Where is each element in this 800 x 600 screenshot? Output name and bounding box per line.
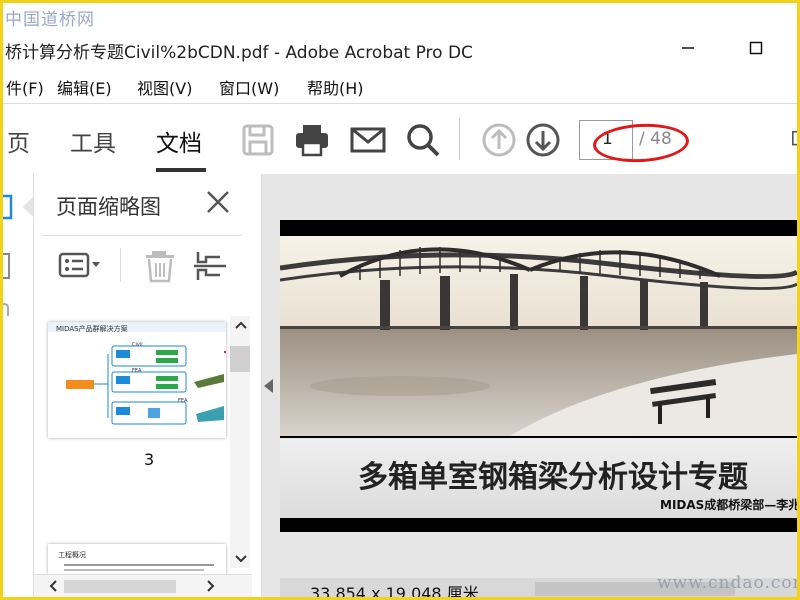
thumbnail-vertical-scrollbar[interactable] — [230, 316, 250, 568]
mail-icon[interactable] — [350, 122, 386, 158]
vertical-scroll-thumb[interactable] — [230, 346, 250, 372]
search-icon[interactable] — [405, 122, 441, 158]
menu-view[interactable]: 视图(V) — [137, 75, 192, 99]
save-icon[interactable] — [240, 122, 276, 158]
active-tab-indicator — [156, 168, 206, 172]
tab-home[interactable]: 页 — [7, 124, 30, 158]
tab-document[interactable]: 文档 — [156, 124, 202, 158]
document-view: 多箱单室钢箱梁分析设计专题 MIDAS成都桥梁部—李兆刚 33.854 x 19… — [262, 174, 797, 597]
menu-file[interactable]: 件(F) — [6, 75, 44, 99]
collapse-panel-icon[interactable] — [264, 379, 273, 393]
thumb-fea-2: FEA — [178, 398, 188, 404]
minimize-icon[interactable] — [681, 40, 695, 59]
pdf-page: 多箱单室钢箱梁分析设计专题 MIDAS成都桥梁部—李兆刚 — [280, 220, 797, 532]
bookmarks-icon[interactable] — [3, 252, 11, 284]
toolbar-separator — [459, 118, 460, 160]
horizontal-scroll-thumb[interactable] — [64, 580, 176, 593]
thumb-civil: Civil — [132, 342, 143, 348]
window-title: 桥计算分析专题Civil%2bCDN.pdf - Adobe Acrobat P… — [5, 43, 473, 63]
menu-window[interactable]: 窗口(W) — [219, 75, 279, 99]
thumbnail-horizontal-scrollbar[interactable] — [34, 574, 252, 597]
print-icon[interactable] — [294, 122, 330, 158]
panel-pointer — [23, 196, 34, 218]
page-thumbnails-panel: 页面缩略图 MIDAS产品群解决方案 Civil FEA FEA 3 工程概况 — [23, 174, 262, 597]
arrow-down-icon[interactable] — [525, 122, 561, 158]
thumbnail-page-label: 3 — [144, 450, 155, 469]
left-navigation-strip — [3, 174, 34, 597]
scroll-down-icon[interactable] — [235, 552, 247, 568]
panel-divider — [42, 235, 242, 236]
slide-subtitle: MIDAS成都桥梁部—李兆刚 — [660, 498, 797, 512]
arrow-up-icon[interactable] — [481, 122, 517, 158]
watermark-bottom: www.cndao.com — [657, 573, 800, 593]
more-tools-icon[interactable]: ⊡ — [790, 126, 797, 151]
bridge-photo — [280, 236, 797, 436]
panel-title: 页面缩略图 — [56, 195, 161, 219]
menu-edit[interactable]: 编辑(E) — [57, 75, 112, 99]
thumbnail-options-icon[interactable] — [56, 246, 100, 286]
thumb-heading: MIDAS产品群解决方案 — [56, 324, 128, 333]
title-bar: 桥计算分析专题Civil%2bCDN.pdf - Adobe Acrobat P… — [3, 36, 797, 68]
menu-bar: 件(F) 编辑(E) 视图(V) 窗口(W) 帮助(H) — [3, 75, 797, 101]
scroll-right-icon[interactable] — [206, 580, 216, 596]
slide-title: 多箱单室钢箱梁分析设计专题 — [358, 460, 748, 495]
close-icon[interactable] — [204, 188, 232, 216]
menu-help[interactable]: 帮助(H) — [307, 75, 364, 99]
main-toolbar: 页 工具 文档 1 / 48 ⊡ — [3, 103, 797, 175]
slide-title-band: 多箱单室钢箱梁分析设计专题 MIDAS成都桥梁部—李兆刚 — [280, 438, 797, 518]
thumb-heading-2: 工程概况 — [58, 550, 86, 559]
scroll-left-icon[interactable] — [48, 580, 58, 596]
app-frame: 中国道桥网 桥计算分析专题Civil%2bCDN.pdf - Adobe Acr… — [0, 0, 800, 600]
scroll-up-icon[interactable] — [235, 318, 247, 334]
tab-tools[interactable]: 工具 — [70, 124, 116, 158]
page-dimensions: 33.854 x 19.048 厘米 — [310, 584, 479, 600]
panel-tool-separator — [120, 248, 121, 282]
delete-icon[interactable] — [140, 246, 184, 286]
watermark-top: 中国道桥网 — [5, 10, 95, 30]
page-thumbnails-icon[interactable] — [3, 194, 13, 224]
extract-page-icon[interactable] — [192, 246, 236, 286]
maximize-icon[interactable] — [749, 40, 763, 59]
page-thumbnail-3[interactable]: MIDAS产品群解决方案 Civil FEA FEA — [48, 322, 226, 438]
thumb-fea: FEA — [132, 368, 142, 374]
attachments-icon[interactable] — [3, 302, 11, 328]
page-thumbnail-next[interactable]: 工程概况 — [48, 544, 226, 574]
